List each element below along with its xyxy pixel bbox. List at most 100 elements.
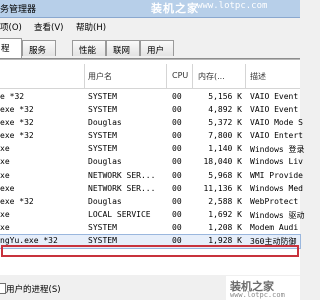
tab-users[interactable]: 用户 [140, 40, 174, 56]
image-name-cell: exe *32 [0, 118, 34, 128]
cpu-cell: 00 [172, 236, 182, 246]
description-cell: VAIO Entert [250, 131, 303, 141]
memory-cell: 5,156 K [208, 92, 242, 101]
memory-cell: 2,588 K [208, 196, 242, 206]
memory-cell: 11,136 K [203, 183, 242, 193]
user-cell: Douglas [88, 118, 122, 128]
watermark-logo: 装机之家 www.lotpc.com [226, 276, 300, 300]
table-row[interactable]: xe NETWORK SER... 00 5,968 K WMI Provide [0, 170, 303, 183]
image-name-cell: exe [0, 183, 15, 193]
user-cell: Douglas [88, 196, 122, 206]
description-cell: Modem Audi [250, 222, 299, 232]
table-row[interactable]: exe NETWORK SER... 00 11,136 K Windows Med [0, 183, 303, 196]
watermark-site-name: 装机之家 [151, 2, 199, 15]
column-divider[interactable] [245, 64, 246, 88]
menu-options[interactable]: 项(O) [0, 21, 22, 33]
table-row[interactable]: e *32 SYSTEM 00 5,156 K VAIO Event [0, 91, 300, 104]
cpu-cell: 00 [172, 170, 182, 180]
column-divider[interactable] [84, 64, 85, 88]
cpu-cell: 00 [172, 222, 182, 232]
cpu-cell: 00 [172, 209, 182, 219]
image-name-cell: e *32 [0, 92, 25, 101]
process-list-panel: 用户名 CPU 内存(... 描述 e *32 SYSTEM 00 5,156 K VA… [0, 59, 305, 275]
process-rows: e *32 SYSTEM 00 5,156 K VAIO Event exe *32 SY… [0, 91, 305, 250]
tab-label: 程 [1, 44, 10, 54]
menu-help[interactable]: 帮助(H) [76, 21, 106, 33]
description-cell: WebProtect [250, 196, 299, 206]
image-name-cell: xe [0, 209, 10, 219]
user-cell: SYSTEM [88, 92, 117, 101]
image-name-cell: exe *32 [0, 105, 34, 115]
menu-view[interactable]: 查看(V) [34, 21, 63, 33]
cpu-cell: 00 [172, 157, 182, 167]
tab-label: 联网 [113, 46, 131, 56]
image-name-cell: exe *32 [0, 131, 34, 141]
tab-strip: 程 服务 性能 联网 用户 [0, 38, 300, 59]
description-cell: Windows Liv [250, 157, 303, 167]
user-cell: SYSTEM [88, 222, 117, 232]
title-bar: 务管理器 装机之家 www.lotpc.com [0, 0, 300, 18]
table-row[interactable]: exe *32 SYSTEM 00 7,800 K VAIO Entert [0, 130, 303, 143]
table-row[interactable]: exe *32 Douglas 00 5,372 K VAIO Mode S [0, 117, 303, 130]
tab-services[interactable]: 服务 [22, 40, 56, 56]
user-cell: SYSTEM [88, 131, 117, 141]
image-name-cell: xe [0, 157, 10, 167]
column-divider[interactable] [166, 64, 167, 88]
memory-cell: 1,208 K [208, 222, 242, 232]
description-cell: VAIO Mode S [250, 118, 303, 128]
cpu-cell: 00 [172, 183, 182, 193]
tab-label: 服务 [29, 46, 47, 56]
memory-cell: 1,140 K [208, 144, 242, 154]
cpu-cell: 00 [172, 118, 182, 128]
column-user-name[interactable]: 用户名 [88, 71, 112, 82]
tab-label: 性能 [79, 46, 97, 56]
user-cell: SYSTEM [88, 105, 117, 115]
table-row[interactable]: xe Douglas 00 18,040 K Windows Liv [0, 156, 303, 169]
description-cell: WMI Provide [250, 170, 303, 180]
show-all-users-label: 用户的进程(S) [6, 285, 61, 295]
memory-cell: 7,800 K [208, 131, 242, 141]
image-name-cell: exe *32 [0, 196, 34, 206]
image-name-cell: xe [0, 222, 10, 232]
tab-performance[interactable]: 性能 [72, 40, 106, 56]
user-cell: NETWORK SER... [88, 170, 156, 180]
watermark-url: www.lotpc.com [197, 1, 268, 11]
tab-networking[interactable]: 联网 [106, 40, 140, 56]
memory-cell: 5,372 K [208, 118, 242, 128]
table-row[interactable]: exe *32 SYSTEM 00 4,892 K VAIO Event [0, 104, 300, 117]
column-divider[interactable] [192, 64, 193, 88]
memory-cell: 5,968 K [208, 170, 242, 180]
user-cell: Douglas [88, 157, 122, 167]
description-cell: Windows 登录 [250, 145, 305, 155]
column-header-row: 用户名 CPU 内存(... 描述 [0, 64, 300, 89]
column-memory[interactable]: 内存(... [198, 71, 225, 82]
description-cell: Windows 驱动 [250, 210, 305, 220]
memory-cell: 1,928 K [208, 236, 242, 246]
column-description[interactable]: 描述 [250, 71, 266, 82]
table-row[interactable]: xe SYSTEM 00 1,140 K Windows 登录 [0, 143, 305, 156]
user-cell: SYSTEM [88, 236, 117, 246]
description-cell: 360主动防御 [250, 237, 297, 247]
cpu-cell: 00 [172, 131, 182, 141]
table-row-selected[interactable]: ngYu.exe *32 SYSTEM 00 1,928 K 360主动防御 [0, 234, 301, 250]
memory-cell: 18,040 K [203, 157, 242, 167]
cpu-cell: 00 [172, 144, 182, 154]
image-name-cell: xe [0, 144, 10, 154]
cpu-cell: 00 [172, 196, 182, 206]
table-row[interactable]: xe SYSTEM 00 1,208 K Modem Audi [0, 222, 300, 235]
description-cell: VAIO Event [250, 92, 299, 101]
cpu-cell: 00 [172, 92, 182, 101]
menu-bar: 项(O) 查看(V) 帮助(H) [0, 18, 300, 34]
description-cell: VAIO Event [250, 105, 299, 115]
table-row[interactable]: xe LOCAL SERVICE 00 1,692 K Windows 驱动 [0, 209, 305, 222]
memory-cell: 4,892 K [208, 105, 242, 115]
image-name-cell: xe [0, 170, 10, 180]
memory-cell: 1,692 K [208, 209, 242, 219]
tab-processes[interactable]: 程 [0, 38, 22, 58]
user-cell: SYSTEM [88, 144, 117, 154]
image-name-cell: ngYu.exe *32 [0, 236, 58, 246]
window-title: 务管理器 [0, 5, 37, 15]
column-cpu[interactable]: CPU [172, 71, 188, 80]
watermark-logo-url: www.lotpc.com [230, 291, 285, 299]
table-row[interactable]: exe *32 Douglas 00 2,588 K WebProtect [0, 196, 300, 209]
